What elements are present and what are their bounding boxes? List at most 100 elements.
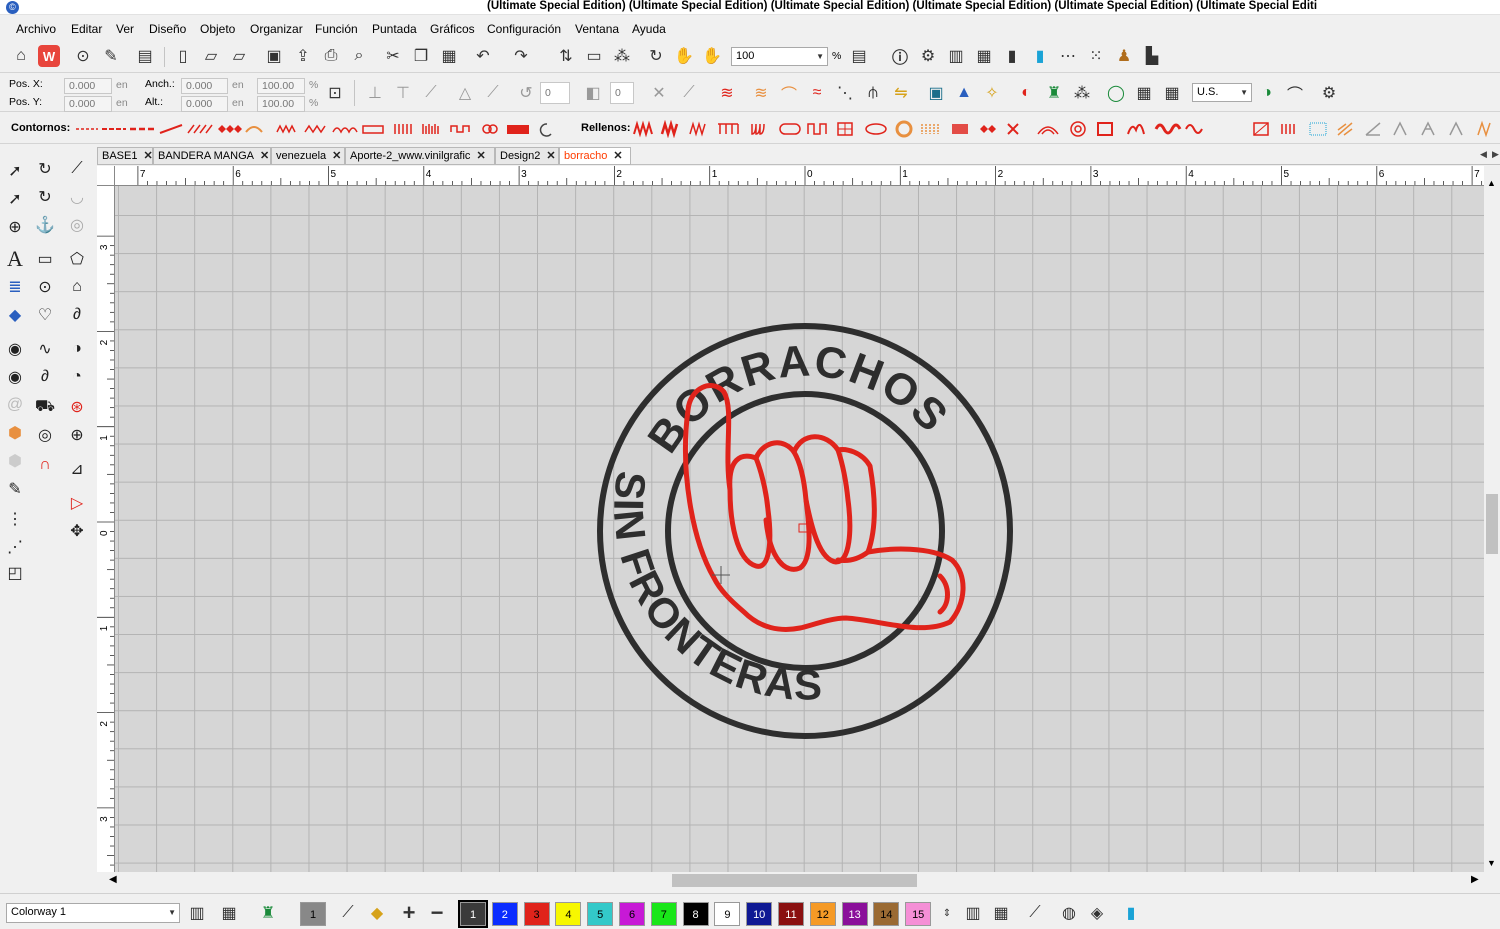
heart-shape-icon[interactable]: ♡ [32, 302, 58, 328]
rotate-icon[interactable]: ↺ [515, 82, 537, 104]
export-icon[interactable]: ⇪ [292, 45, 314, 67]
properties-icon[interactable]: ▤ [848, 45, 870, 67]
paste-icon[interactable]: ▦ [438, 45, 460, 67]
scroll-down-icon[interactable]: ▼ [1487, 858, 1496, 868]
threads-icon[interactable]: ⁂ [1071, 82, 1093, 104]
garment-icon[interactable]: ♜ [257, 902, 279, 924]
star-icon[interactable]: ✧ [981, 82, 1003, 104]
auto-start-icon[interactable]: ◑ [1256, 82, 1278, 104]
paint-bucket-icon[interactable]: ◆ [366, 902, 388, 924]
tab-design2[interactable]: Design2 ✕ [495, 147, 559, 165]
zoom-tool-icon[interactable]: ⊕ [2, 214, 28, 240]
menu-ayuda[interactable]: Ayuda [632, 22, 666, 36]
layers-icon[interactable]: ▥ [945, 45, 967, 67]
hexagon-icon[interactable]: ⬢ [2, 420, 28, 446]
clipboard-icon[interactable]: ▤ [134, 45, 156, 67]
arc-tool-icon[interactable]: ◡ [64, 184, 90, 210]
mirror-horizontal-icon[interactable]: ⊤ [392, 82, 414, 104]
app-icon[interactable]: © [6, 1, 19, 14]
run-stitch-icon[interactable]: ⋱ [834, 82, 856, 104]
bottom-arc-text[interactable]: SIN FRONTERAS [605, 469, 824, 709]
thread-swatch-2[interactable]: 2 [491, 902, 518, 926]
tatami-stitch-icon[interactable]: ≋ [750, 82, 772, 104]
menu-configuracion[interactable]: Configuración [487, 22, 561, 36]
machine-settings-icon[interactable]: ⚙ [1318, 82, 1340, 104]
skew-icon[interactable]: ⟋ [420, 82, 442, 104]
wave-stitch-icon[interactable]: ≈ [806, 82, 828, 104]
thread-swatch-4[interactable]: 4 [555, 902, 582, 926]
spiral-disabled-icon[interactable]: @ [2, 392, 28, 418]
anchor-icon[interactable]: ⚓ [32, 212, 58, 238]
open-folder-icon[interactable]: ▱ [200, 45, 222, 67]
save-icon[interactable]: ▣ [263, 45, 285, 67]
freehand-icon[interactable]: ∿ [32, 336, 58, 362]
menu-ventana[interactable]: Ventana [575, 22, 619, 36]
close-icon[interactable]: ✕ [546, 150, 555, 162]
tab-aporte-2[interactable]: Aporte-2_www.vinilgrafic ✕ [345, 147, 495, 165]
color-wheel-icon[interactable]: ◍ [1058, 902, 1080, 924]
menu-objeto[interactable]: Objeto [200, 22, 235, 36]
reshape-icon[interactable]: ✕ [648, 82, 670, 104]
undo-icon[interactable]: ↶ [472, 45, 494, 67]
shapes-icon[interactable]: ▲ [953, 82, 975, 104]
outline-stitch-group-2[interactable] [275, 120, 560, 138]
horizontal-scrollbar[interactable]: ◀ ▶ [97, 872, 1484, 890]
pie-icon[interactable]: ◑ [64, 336, 90, 362]
palette-scroll-icon[interactable]: ⇕ [936, 902, 958, 924]
design-canvas[interactable]: BORRACHOS SIN FRONTERAS [115, 186, 1484, 872]
house-shape-icon[interactable]: ⌂ [64, 274, 90, 300]
arrow-right-icon[interactable]: ▷ [64, 490, 90, 516]
new-file-icon[interactable]: ▯ [172, 45, 194, 67]
print-icon[interactable]: ⎙ [320, 45, 342, 67]
ellipse-tool-icon[interactable]: ⊙ [32, 274, 58, 300]
menu-puntada[interactable]: Puntada [372, 22, 417, 36]
distribute-icon[interactable]: ⟋ [482, 82, 504, 104]
thread-swatch-6[interactable]: 6 [619, 902, 645, 926]
eyedropper-icon[interactable]: ⟋ [337, 902, 359, 924]
stitch-player-icon[interactable]: ↻ [645, 45, 667, 67]
design-library-icon[interactable]: ▙ [1141, 45, 1163, 67]
hexagon-disabled-icon[interactable]: ⬢ [2, 448, 28, 474]
stamp-icon[interactable]: ♟ [1113, 45, 1135, 67]
scroll-up-icon[interactable]: ▲ [1487, 178, 1496, 188]
thread-chart-icon[interactable]: ▥ [186, 902, 208, 924]
diagonal-line-icon[interactable]: ⟋ [1024, 902, 1046, 924]
circle-fill-icon[interactable]: ◉ [2, 336, 28, 362]
cut-icon[interactable]: ✂ [382, 45, 404, 67]
height-percent-field[interactable]: 100.00 [257, 96, 305, 112]
gear-circle-icon[interactable]: ◉ [2, 364, 28, 390]
paint-icon[interactable]: ✎ [100, 45, 122, 67]
fork-icon[interactable]: ⫛ [862, 82, 884, 104]
width-percent-field[interactable]: 100.00 [257, 78, 305, 94]
print-preview-icon[interactable]: ⌕ [348, 45, 370, 67]
node-edit-icon[interactable]: ➚ [2, 186, 28, 212]
sequence-icon[interactable]: ⁙ [1085, 45, 1107, 67]
proportional-lock-icon[interactable]: ⊡ [324, 82, 346, 104]
shirt-icon[interactable]: ♜ [1043, 82, 1065, 104]
close-icon[interactable]: ✕ [143, 150, 152, 162]
grid-icon[interactable]: ▦ [1133, 82, 1155, 104]
color-sort-icon[interactable]: ▦ [990, 902, 1012, 924]
satin-stitch-icon[interactable]: ≋ [716, 82, 738, 104]
tab-scroll-right-icon[interactable]: ▶ [1492, 149, 1499, 160]
thread-swatch-12[interactable]: 12 [809, 902, 836, 926]
ruler-icon[interactable]: ▮ [1001, 45, 1023, 67]
units-select[interactable]: U.S. ▼ [1192, 83, 1252, 102]
tab-borracho[interactable]: borracho ✕ [559, 147, 631, 165]
shape-combine-icon[interactable]: ◔ [64, 364, 90, 390]
pos-y-field[interactable]: 0.000 [64, 96, 112, 112]
text-tool-icon[interactable]: A [2, 246, 28, 272]
thread-swatch-14[interactable]: 14 [873, 902, 900, 926]
current-thread-swatch[interactable]: 1 [300, 902, 326, 926]
mirror-vertical-icon[interactable]: ⊥ [364, 82, 386, 104]
close-icon[interactable]: ✕ [613, 150, 622, 162]
dots-icon[interactable]: ⋮ [2, 506, 28, 532]
reshape-tool-icon[interactable]: ⟋ [64, 156, 90, 182]
dotted-grid-icon[interactable]: ⋯ [1057, 45, 1079, 67]
menu-graficos[interactable]: Gráficos [430, 22, 475, 36]
car-icon[interactable]: ⛟ [32, 394, 58, 420]
zoom-select[interactable]: 100 ▼ [731, 47, 828, 66]
spool-icon[interactable]: ▮ [1029, 45, 1051, 67]
vertical-scrollbar[interactable]: ▲ ▼ [1484, 166, 1500, 872]
embroidery-icon[interactable]: ◎ [32, 422, 58, 448]
